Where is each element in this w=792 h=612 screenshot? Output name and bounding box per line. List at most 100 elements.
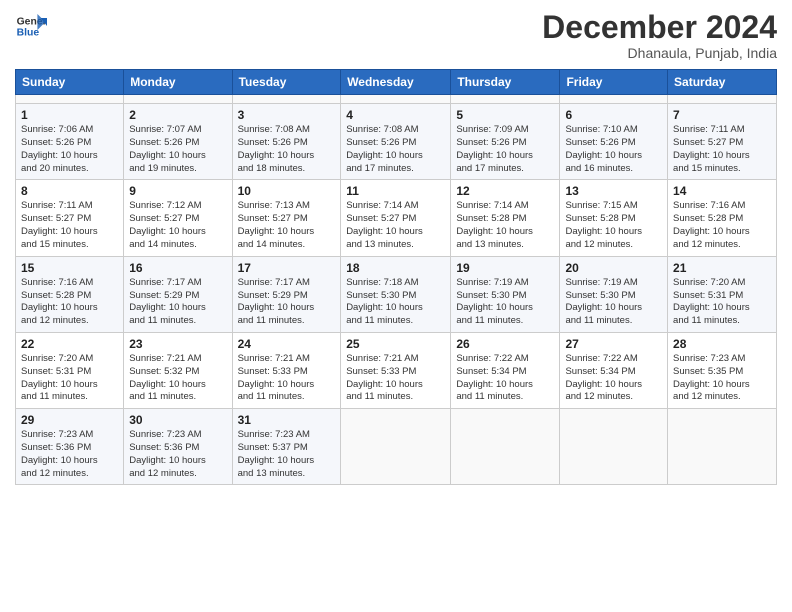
col-saturday: Saturday	[668, 70, 777, 95]
calendar-cell: 20Sunrise: 7:19 AM Sunset: 5:30 PM Dayli…	[560, 256, 668, 332]
day-info: Sunrise: 7:09 AM Sunset: 5:26 PM Dayligh…	[456, 124, 554, 175]
day-info: Sunrise: 7:23 AM Sunset: 5:36 PM Dayligh…	[129, 429, 226, 480]
day-number: 1	[21, 108, 118, 122]
calendar-cell: 19 Sunrise: 7:19 AM Sunset: 5:30 PM Dayli…	[451, 256, 560, 332]
day-number: 12	[456, 184, 554, 198]
col-thursday: Thursday	[451, 70, 560, 95]
calendar-week-row: 22 Sunrise: 7:20 AM Sunset: 5:31 PM Dayli…	[16, 332, 777, 408]
calendar-cell: 8Sunrise: 7:11 AM Sunset: 5:27 PM Daylig…	[16, 180, 124, 256]
day-info: Sunrise: 7:19 AM Sunset: 5:30 PM Dayligh…	[456, 277, 554, 328]
day-info: Sunrise: 7:11 AM Sunset: 5:27 PM Dayligh…	[21, 200, 118, 251]
calendar-header-row: Sunday Monday Tuesday Wednesday Thursday…	[16, 70, 777, 95]
calendar-cell: 12 Sunrise: 7:14 AM Sunset: 5:28 PM Dayli…	[451, 180, 560, 256]
day-info: Sunrise: 7:23 AM Sunset: 5:35 PM Dayligh…	[673, 353, 771, 404]
day-info: Sunrise: 7:08 AM Sunset: 5:26 PM Dayligh…	[238, 124, 336, 175]
calendar-cell: 30Sunrise: 7:23 AM Sunset: 5:36 PM Dayli…	[124, 409, 232, 485]
calendar-week-row: 15 Sunrise: 7:16 AM Sunset: 5:28 PM Dayli…	[16, 256, 777, 332]
calendar-cell: 15 Sunrise: 7:16 AM Sunset: 5:28 PM Dayli…	[16, 256, 124, 332]
day-number: 16	[129, 261, 226, 275]
day-number: 13	[565, 184, 662, 198]
day-number: 26	[456, 337, 554, 351]
day-info: Sunrise: 7:06 AM Sunset: 5:26 PM Dayligh…	[21, 124, 118, 175]
day-number: 4	[346, 108, 445, 122]
day-number: 27	[565, 337, 662, 351]
day-number: 19	[456, 261, 554, 275]
col-sunday: Sunday	[16, 70, 124, 95]
calendar-cell	[16, 95, 124, 104]
day-number: 18	[346, 261, 445, 275]
day-number: 25	[346, 337, 445, 351]
calendar-cell	[560, 95, 668, 104]
day-info: Sunrise: 7:17 AM Sunset: 5:29 PM Dayligh…	[238, 277, 336, 328]
calendar-cell: 5 Sunrise: 7:09 AM Sunset: 5:26 PM Daylig…	[451, 104, 560, 180]
day-number: 5	[456, 108, 554, 122]
day-number: 24	[238, 337, 336, 351]
calendar-cell: 9 Sunrise: 7:12 AM Sunset: 5:27 PM Daylig…	[124, 180, 232, 256]
calendar-cell	[560, 409, 668, 485]
day-number: 31	[238, 413, 336, 427]
calendar-table: Sunday Monday Tuesday Wednesday Thursday…	[15, 69, 777, 485]
day-number: 20	[565, 261, 662, 275]
day-info: Sunrise: 7:21 AM Sunset: 5:32 PM Dayligh…	[129, 353, 226, 404]
day-info: Sunrise: 7:21 AM Sunset: 5:33 PM Dayligh…	[346, 353, 445, 404]
day-info: Sunrise: 7:23 AM Sunset: 5:37 PM Dayligh…	[238, 429, 336, 480]
svg-text:Blue: Blue	[17, 28, 40, 39]
day-number: 15	[21, 261, 118, 275]
calendar-cell: 10Sunrise: 7:13 AM Sunset: 5:27 PM Dayli…	[232, 180, 341, 256]
calendar-cell: 2 Sunrise: 7:07 AM Sunset: 5:26 PM Daylig…	[124, 104, 232, 180]
calendar-cell: 6Sunrise: 7:10 AM Sunset: 5:26 PM Daylig…	[560, 104, 668, 180]
calendar-week-row: 8Sunrise: 7:11 AM Sunset: 5:27 PM Daylig…	[16, 180, 777, 256]
day-number: 28	[673, 337, 771, 351]
day-number: 6	[565, 108, 662, 122]
day-number: 2	[129, 108, 226, 122]
calendar-cell: 11Sunrise: 7:14 AM Sunset: 5:27 PM Dayli…	[341, 180, 451, 256]
day-number: 9	[129, 184, 226, 198]
calendar-cell	[341, 95, 451, 104]
calendar-cell: 7 Sunrise: 7:11 AM Sunset: 5:27 PM Daylig…	[668, 104, 777, 180]
calendar-cell: 18 Sunrise: 7:18 AM Sunset: 5:30 PM Dayli…	[341, 256, 451, 332]
day-info: Sunrise: 7:08 AM Sunset: 5:26 PM Dayligh…	[346, 124, 445, 175]
calendar-cell	[668, 409, 777, 485]
logo: General Blue	[15, 10, 51, 42]
day-number: 7	[673, 108, 771, 122]
calendar-cell: 27Sunrise: 7:22 AM Sunset: 5:34 PM Dayli…	[560, 332, 668, 408]
calendar-cell: 23 Sunrise: 7:21 AM Sunset: 5:32 PM Dayli…	[124, 332, 232, 408]
title-block: December 2024 Dhanaula, Punjab, India	[542, 10, 777, 61]
day-number: 23	[129, 337, 226, 351]
day-number: 29	[21, 413, 118, 427]
calendar-cell	[451, 409, 560, 485]
day-info: Sunrise: 7:16 AM Sunset: 5:28 PM Dayligh…	[673, 200, 771, 251]
day-info: Sunrise: 7:18 AM Sunset: 5:30 PM Dayligh…	[346, 277, 445, 328]
calendar-cell	[124, 95, 232, 104]
calendar-cell: 31 Sunrise: 7:23 AM Sunset: 5:37 PM Dayli…	[232, 409, 341, 485]
day-number: 17	[238, 261, 336, 275]
day-info: Sunrise: 7:20 AM Sunset: 5:31 PM Dayligh…	[21, 353, 118, 404]
day-info: Sunrise: 7:14 AM Sunset: 5:28 PM Dayligh…	[456, 200, 554, 251]
calendar-cell: 13 Sunrise: 7:15 AM Sunset: 5:28 PM Dayli…	[560, 180, 668, 256]
day-info: Sunrise: 7:22 AM Sunset: 5:34 PM Dayligh…	[456, 353, 554, 404]
logo-icon: General Blue	[15, 10, 47, 42]
day-info: Sunrise: 7:15 AM Sunset: 5:28 PM Dayligh…	[565, 200, 662, 251]
main-container: General Blue December 2024 Dhanaula, Pun…	[0, 0, 792, 490]
calendar-cell	[451, 95, 560, 104]
day-number: 22	[21, 337, 118, 351]
calendar-cell: 16Sunrise: 7:17 AM Sunset: 5:29 PM Dayli…	[124, 256, 232, 332]
calendar-cell: 1 Sunrise: 7:06 AM Sunset: 5:26 PM Daylig…	[16, 104, 124, 180]
calendar-cell	[668, 95, 777, 104]
col-monday: Monday	[124, 70, 232, 95]
col-wednesday: Wednesday	[341, 70, 451, 95]
day-info: Sunrise: 7:13 AM Sunset: 5:27 PM Dayligh…	[238, 200, 336, 251]
day-info: Sunrise: 7:12 AM Sunset: 5:27 PM Dayligh…	[129, 200, 226, 251]
day-info: Sunrise: 7:16 AM Sunset: 5:28 PM Dayligh…	[21, 277, 118, 328]
calendar-week-row	[16, 95, 777, 104]
calendar-cell: 3Sunrise: 7:08 AM Sunset: 5:26 PM Daylig…	[232, 104, 341, 180]
day-info: Sunrise: 7:14 AM Sunset: 5:27 PM Dayligh…	[346, 200, 445, 251]
calendar-cell: 4 Sunrise: 7:08 AM Sunset: 5:26 PM Daylig…	[341, 104, 451, 180]
day-info: Sunrise: 7:07 AM Sunset: 5:26 PM Dayligh…	[129, 124, 226, 175]
calendar-week-row: 29 Sunrise: 7:23 AM Sunset: 5:36 PM Dayli…	[16, 409, 777, 485]
calendar-cell: 24Sunrise: 7:21 AM Sunset: 5:33 PM Dayli…	[232, 332, 341, 408]
calendar-cell: 22 Sunrise: 7:20 AM Sunset: 5:31 PM Dayli…	[16, 332, 124, 408]
header: General Blue December 2024 Dhanaula, Pun…	[15, 10, 777, 61]
day-info: Sunrise: 7:11 AM Sunset: 5:27 PM Dayligh…	[673, 124, 771, 175]
month-title: December 2024	[542, 10, 777, 45]
